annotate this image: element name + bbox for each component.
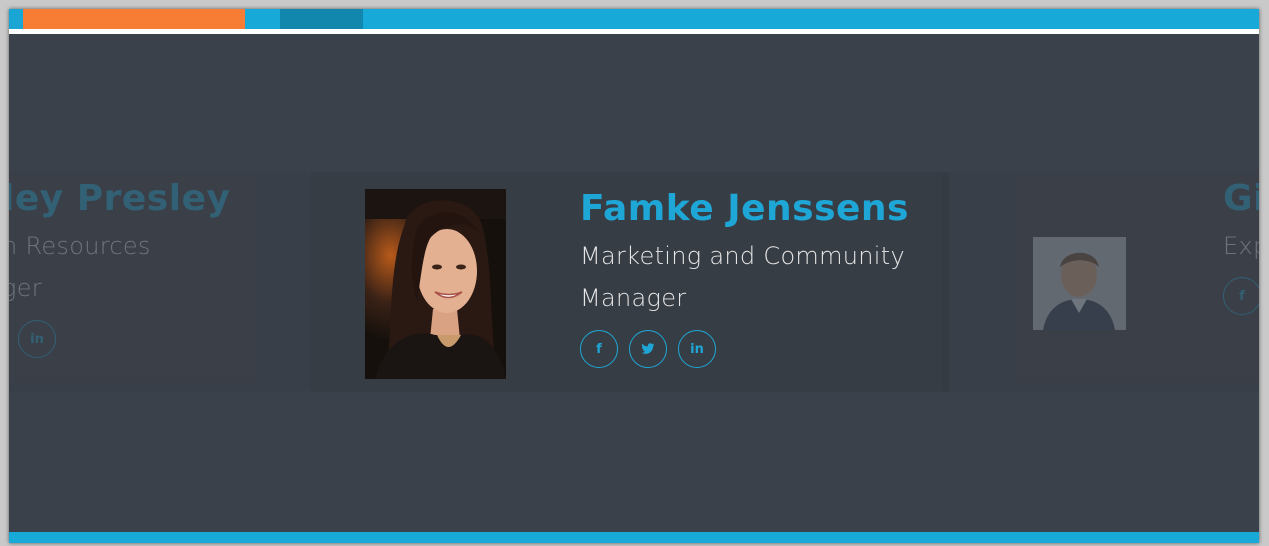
member-role-line-1: Marketing and Community	[580, 242, 905, 270]
bottom-color-bar	[9, 532, 1259, 543]
social-links: f in	[580, 330, 716, 368]
social-links: f	[1223, 277, 1259, 315]
top-color-bar	[9, 9, 1259, 29]
social-links: f in	[9, 320, 56, 358]
facebook-icon[interactable]: f	[580, 330, 618, 368]
member-name: Gi	[1223, 178, 1259, 219]
linkedin-icon[interactable]: in	[18, 320, 56, 358]
team-card-right[interactable]: Gi Exp f	[941, 172, 1259, 392]
portrait-image	[1033, 237, 1126, 330]
member-photo	[365, 189, 506, 379]
top-bar-segment	[245, 9, 280, 29]
member-role-line-2: ger	[9, 274, 42, 302]
member-role-line-1: Exp	[1223, 232, 1259, 260]
facebook-icon[interactable]: f	[1223, 277, 1259, 315]
linkedin-icon[interactable]: in	[678, 330, 716, 368]
top-divider-line	[9, 29, 1259, 34]
member-name: ley Presley	[9, 178, 231, 219]
team-card-left[interactable]: ley Presley n Resources ger f in	[9, 172, 309, 392]
top-bar-segment	[9, 9, 23, 29]
team-slider-frame: ley Presley n Resources ger f in	[9, 9, 1259, 543]
member-role-line-1: n Resources	[9, 232, 151, 260]
top-bar-orange-segment	[23, 9, 245, 29]
member-role-line-2: Manager	[580, 284, 687, 312]
member-photo	[1033, 237, 1126, 330]
twitter-icon[interactable]	[629, 330, 667, 368]
top-bar-dark-segment	[280, 9, 363, 29]
portrait-image	[365, 189, 506, 379]
twitter-bird-glyph	[641, 343, 655, 354]
member-name: Famke Jenssens	[580, 188, 909, 229]
team-card-active[interactable]: Famke Jenssens Marketing and Community M…	[309, 172, 949, 392]
